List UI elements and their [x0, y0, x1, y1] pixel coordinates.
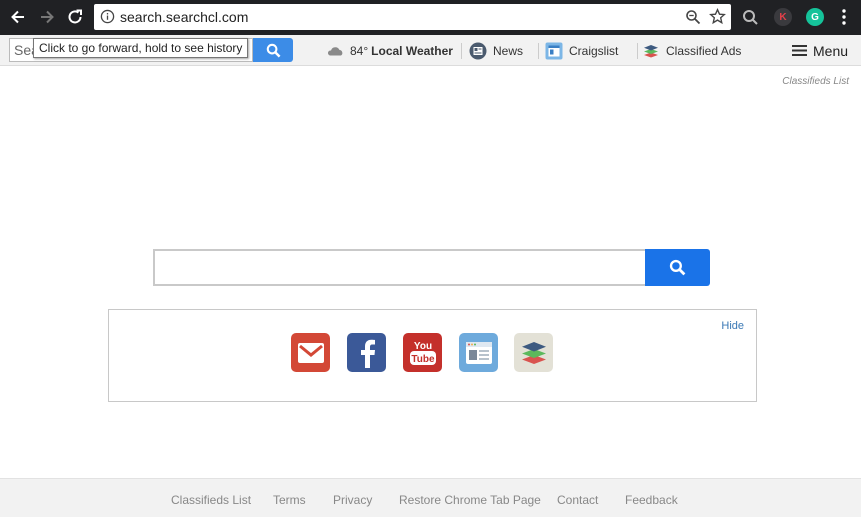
toolbar-search-button[interactable]: [253, 38, 293, 62]
main-search-input[interactable]: [153, 249, 646, 286]
cloud-icon: [326, 42, 344, 60]
weather-label: Local Weather: [371, 43, 453, 58]
svg-text:Tube: Tube: [411, 354, 435, 365]
zoom-icon[interactable]: [685, 9, 701, 25]
news-icon: [469, 42, 487, 60]
news-item[interactable]: News: [469, 35, 523, 66]
footer-link-classifieds[interactable]: Classifieds List: [171, 493, 251, 507]
facebook-tile[interactable]: [347, 333, 386, 372]
shortcuts-panel: Hide You Tube: [108, 309, 757, 402]
news-label: News: [493, 43, 524, 58]
reload-icon: [68, 9, 82, 24]
footer-link-privacy[interactable]: Privacy: [333, 493, 372, 507]
kebab-menu-icon: [842, 9, 846, 25]
arrow-left-icon: [11, 10, 24, 24]
gmail-tile[interactable]: [291, 333, 330, 372]
layers-tile[interactable]: [514, 333, 553, 372]
hide-link[interactable]: Hide: [721, 320, 744, 332]
reload-button[interactable]: [63, 5, 87, 29]
footer-link-contact[interactable]: Contact: [557, 493, 598, 507]
toolbar-divider: [637, 43, 638, 59]
classified-ads-item[interactable]: Classified Ads: [642, 35, 741, 66]
toolbar-divider: [461, 43, 462, 59]
weather-item[interactable]: 84° Local Weather: [326, 35, 453, 66]
search-icon: [266, 43, 280, 57]
url-text: search.searchcl.com: [120, 9, 249, 25]
forward-tooltip: Click to go forward, hold to see history: [33, 38, 249, 58]
youtube-tile[interactable]: You Tube: [403, 333, 442, 372]
weather-temp: 84°: [350, 43, 369, 58]
footer: Classifieds List Terms Privacy Restore C…: [0, 478, 861, 517]
main-search-button[interactable]: [645, 249, 710, 286]
toolbar-divider: [538, 43, 539, 59]
gmail-icon: [297, 342, 324, 363]
footer-link-restore-tab[interactable]: Restore Chrome Tab Page: [399, 493, 541, 507]
craigslist-label: Craigslist: [569, 43, 619, 58]
svg-text:You: You: [413, 341, 431, 352]
classified-ads-label: Classified Ads: [666, 43, 742, 58]
extension-k-icon[interactable]: K: [774, 8, 792, 26]
star-icon[interactable]: [709, 8, 726, 25]
layers-icon: [521, 341, 546, 364]
forward-button[interactable]: [35, 5, 59, 29]
grammarly-icon[interactable]: G: [806, 8, 824, 26]
hamburger-icon: [792, 45, 807, 56]
magnifier-ext-icon: [743, 10, 758, 25]
footer-link-feedback[interactable]: Feedback: [625, 493, 678, 507]
footer-link-terms[interactable]: Terms: [273, 493, 306, 507]
chrome-menu-button[interactable]: [834, 5, 854, 29]
classifieds-list-link[interactable]: Classifieds List: [782, 76, 849, 87]
address-bar[interactable]: search.searchcl.com: [94, 4, 731, 30]
menu-label: Menu: [813, 42, 849, 59]
craigslist-item[interactable]: Craigslist: [545, 35, 618, 66]
youtube-icon: You Tube: [409, 341, 436, 365]
info-icon: [100, 9, 115, 24]
craigslist-icon: [545, 42, 563, 60]
search-icon: [669, 259, 686, 276]
news-window-tile[interactable]: [459, 333, 498, 372]
extension-search-icon[interactable]: [741, 8, 759, 26]
facebook-icon: [360, 339, 375, 368]
menu-button[interactable]: Menu: [792, 35, 848, 66]
stack-icon: [642, 42, 660, 60]
browser-toolbar: search.searchcl.com K G: [0, 0, 861, 35]
arrow-right-icon: [41, 10, 54, 24]
news-window-icon: [465, 341, 492, 364]
back-button[interactable]: [6, 5, 30, 29]
